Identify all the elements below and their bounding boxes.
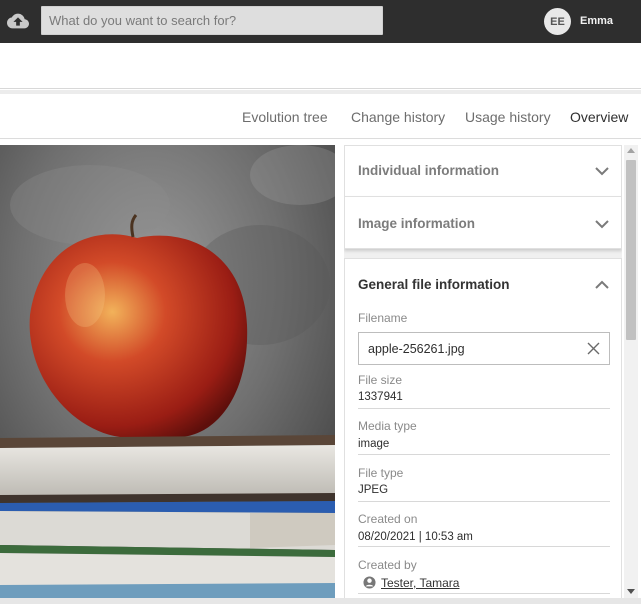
apple-on-books-image bbox=[0, 145, 335, 598]
divider bbox=[358, 501, 610, 502]
media-type-value: image bbox=[358, 438, 390, 450]
chevron-down-icon[interactable] bbox=[595, 219, 609, 229]
scroll-down-arrow-icon[interactable] bbox=[627, 589, 635, 594]
tab-overview[interactable]: Overview bbox=[570, 109, 628, 125]
created-on-value: 08/20/2021 | 10:53 am bbox=[358, 531, 473, 543]
section-general-file-information: General file information Filename File s… bbox=[344, 258, 622, 598]
divider bbox=[358, 593, 610, 594]
search-input[interactable] bbox=[42, 7, 382, 34]
panel-scrollbar[interactable] bbox=[624, 145, 638, 598]
media-type-label: Media type bbox=[358, 419, 417, 433]
file-size-value: 1337941 bbox=[358, 391, 403, 403]
section-title[interactable]: General file information bbox=[358, 277, 510, 292]
top-bar: EE Emma bbox=[0, 0, 641, 43]
tab-change-history[interactable]: Change history bbox=[351, 109, 445, 125]
avatar[interactable]: EE bbox=[544, 8, 571, 35]
chevron-down-icon[interactable] bbox=[595, 166, 609, 176]
person-icon bbox=[363, 576, 376, 589]
created-on-label: Created on bbox=[358, 512, 418, 526]
section-title: Image information bbox=[358, 216, 476, 231]
secondary-toolbar bbox=[0, 43, 641, 89]
scroll-up-arrow-icon[interactable] bbox=[627, 148, 635, 153]
details-panel: Individual information Image information… bbox=[344, 145, 622, 598]
divider bbox=[358, 454, 610, 455]
file-type-label: File type bbox=[358, 466, 404, 480]
section-title: Individual information bbox=[358, 163, 499, 178]
user-name[interactable]: Emma bbox=[580, 15, 613, 27]
scroll-thumb[interactable] bbox=[626, 160, 636, 340]
filename-field[interactable] bbox=[358, 332, 610, 365]
clear-icon[interactable] bbox=[587, 342, 600, 355]
filename-label: Filename bbox=[358, 311, 408, 325]
tab-usage-history[interactable]: Usage history bbox=[465, 109, 551, 125]
search-box[interactable] bbox=[41, 6, 383, 35]
tab-evolution-tree[interactable]: Evolution tree bbox=[242, 109, 328, 125]
cloud-upload-icon[interactable] bbox=[7, 10, 29, 32]
chevron-up-icon[interactable] bbox=[595, 280, 609, 290]
filename-input[interactable] bbox=[359, 333, 579, 364]
bottom-strip bbox=[0, 598, 641, 604]
section-individual-information[interactable]: Individual information bbox=[344, 145, 622, 197]
divider bbox=[358, 546, 610, 547]
tab-bar: Evolution tree Change history Usage hist… bbox=[0, 94, 641, 139]
file-type-value: JPEG bbox=[358, 484, 389, 496]
section-image-information[interactable]: Image information bbox=[344, 196, 622, 249]
divider bbox=[358, 408, 610, 409]
image-preview bbox=[0, 145, 335, 598]
file-size-label: File size bbox=[358, 373, 403, 387]
created-by-link[interactable]: Tester, Tamara bbox=[381, 576, 459, 590]
created-by-label: Created by bbox=[358, 558, 417, 572]
